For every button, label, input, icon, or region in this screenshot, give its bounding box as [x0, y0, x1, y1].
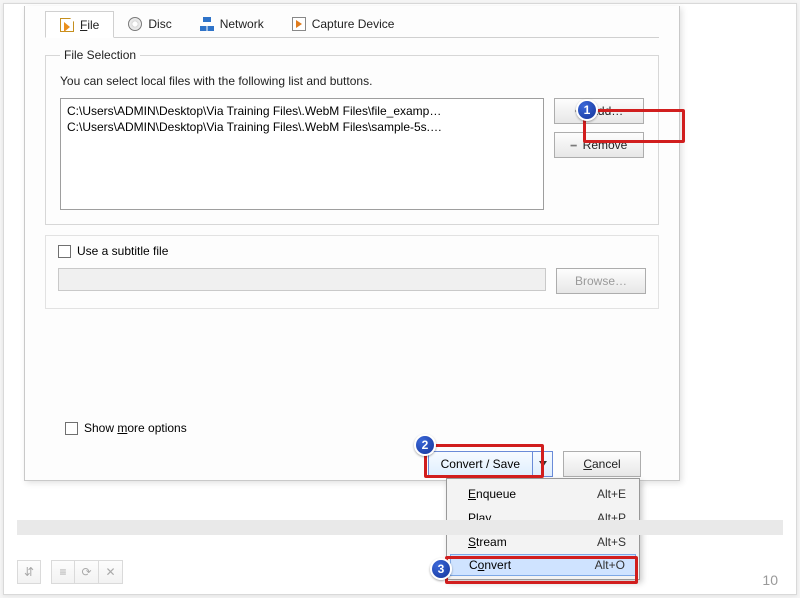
menu-convert[interactable]: Convert Alt+O [450, 554, 636, 576]
toolbar-button[interactable]: ⟳ [75, 560, 99, 584]
menu-stream-accel: Alt+S [597, 535, 626, 549]
page-number: 10 [762, 572, 778, 588]
show-more-options[interactable]: Show more options [65, 421, 187, 435]
annotation-badge: 3 [430, 558, 452, 580]
use-subtitle-label: Use a subtitle file [77, 244, 168, 258]
source-tabs: File Disc Network Capture Device [25, 6, 679, 37]
menu-convert-accel: Alt+O [595, 558, 625, 572]
open-media-dialog: File Disc Network Capture Device File Se… [24, 6, 680, 481]
convert-save-button[interactable]: Convert / Save [428, 451, 553, 477]
toolbar-button[interactable]: ⇵ [17, 560, 41, 584]
remove-button[interactable]: Remove [554, 132, 644, 158]
tab-file-panel: File Selection You can select local file… [45, 37, 659, 309]
annotation-badge: 2 [414, 434, 436, 456]
annotation-badge: 1 [576, 99, 598, 121]
browse-button: Browse… [556, 268, 646, 294]
cancel-button[interactable]: Cancel [563, 451, 641, 477]
toolbar-button[interactable]: ✕ [99, 560, 123, 584]
browse-button-label: Browse… [575, 274, 627, 288]
list-item[interactable]: C:\Users\ADMIN\Desktop\Via Training File… [67, 119, 537, 135]
dropdown-arrow[interactable] [532, 452, 552, 476]
background-seekbar [17, 520, 783, 535]
add-button[interactable]: Add… [554, 98, 644, 124]
capture-icon [292, 17, 306, 31]
tab-network[interactable]: Network [186, 11, 278, 36]
minus-icon [571, 138, 577, 152]
file-selection-legend: File Selection [60, 48, 140, 62]
tab-file[interactable]: File [45, 11, 114, 38]
tab-disc[interactable]: Disc [114, 11, 185, 36]
tab-file-rest: ile [87, 18, 99, 32]
file-selection-hint: You can select local files with the foll… [60, 74, 644, 88]
tab-capture[interactable]: Capture Device [278, 11, 409, 36]
file-icon [60, 18, 74, 32]
checkbox-icon [65, 422, 78, 435]
menu-enqueue-accel: Alt+E [597, 487, 626, 501]
list-item[interactable]: C:\Users\ADMIN\Desktop\Via Training File… [67, 103, 537, 119]
subtitle-group: Use a subtitle file Browse… [45, 235, 659, 309]
toolbar-button[interactable]: ≡ [51, 560, 75, 584]
menu-enqueue[interactable]: Enqueue Alt+E [450, 482, 636, 506]
file-selection-group: File Selection You can select local file… [45, 48, 659, 225]
page-canvas: File Disc Network Capture Device File Se… [3, 3, 797, 595]
tab-capture-label: Capture Device [312, 17, 395, 31]
tab-network-label: Network [220, 17, 264, 31]
subtitle-path-input [58, 268, 546, 291]
convert-save-label: Convert / Save [429, 452, 532, 476]
file-list[interactable]: C:\Users\ADMIN\Desktop\Via Training File… [60, 98, 544, 210]
tab-disc-label: Disc [148, 17, 171, 31]
chevron-down-icon [539, 461, 547, 467]
disc-icon [128, 17, 142, 31]
use-subtitle-checkbox[interactable]: Use a subtitle file [58, 244, 646, 258]
background-toolbar: ⇵ ≡ ⟳ ✕ [17, 560, 123, 584]
checkbox-icon [58, 245, 71, 258]
dialog-footer: Convert / Save Cancel [428, 451, 641, 477]
network-icon [200, 17, 214, 31]
remove-button-label: Remove [583, 138, 628, 152]
